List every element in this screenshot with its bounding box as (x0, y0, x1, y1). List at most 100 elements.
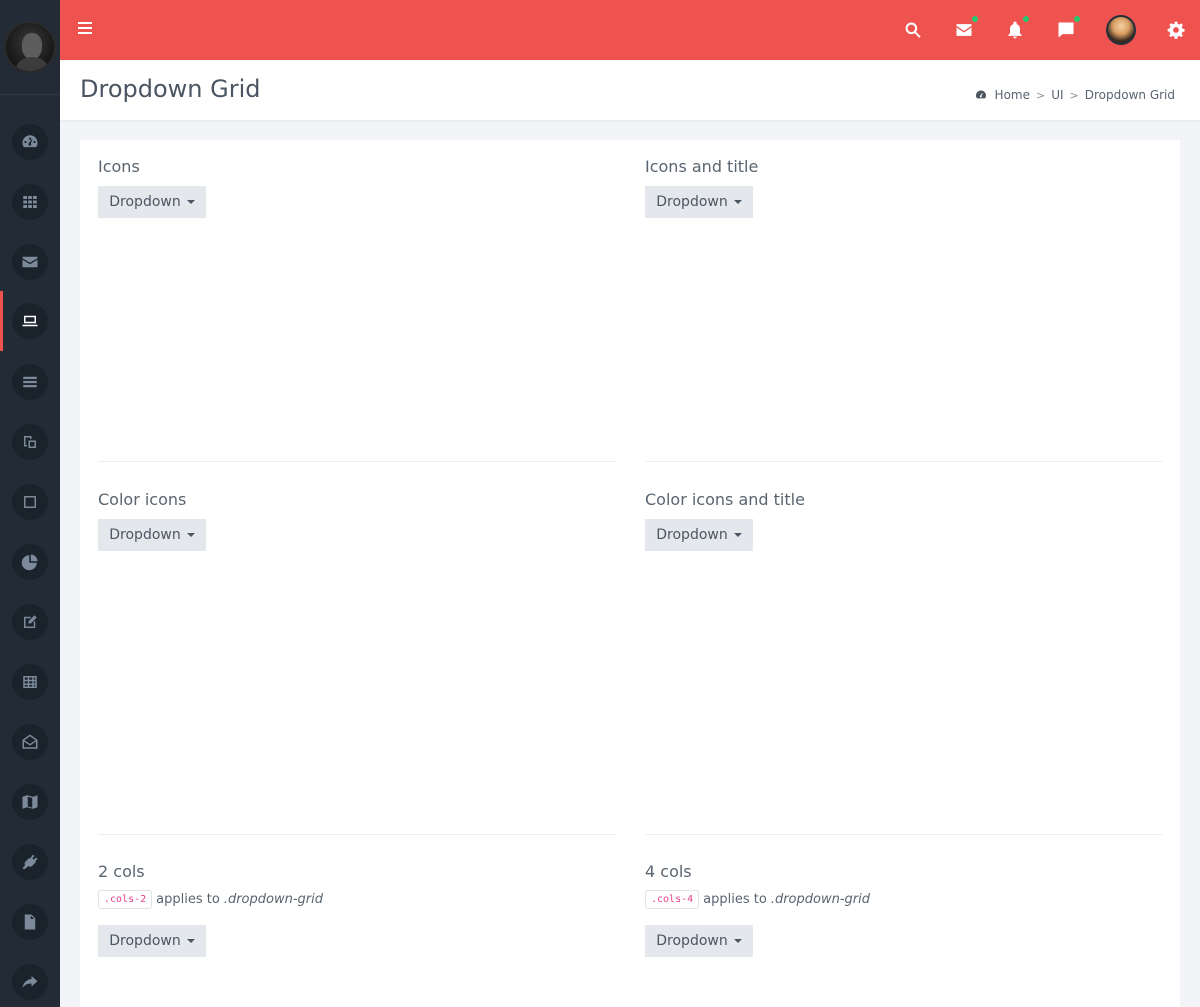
sidebar-logo[interactable] (0, 0, 60, 95)
divider (98, 834, 616, 835)
map-icon (22, 795, 38, 809)
logo-avatar[interactable] (4, 21, 56, 73)
messages-button[interactable] (952, 16, 978, 42)
section-description: .cols-4 applies to .dropdown-grid (645, 890, 1163, 909)
chat-button[interactable] (1054, 16, 1080, 42)
sidebar-item-pages[interactable] (0, 892, 60, 952)
gear-icon (1167, 21, 1185, 39)
sidebar-item-list[interactable] (0, 352, 60, 412)
section-icons-and-title: Icons and title (645, 157, 1163, 176)
status-dot (1074, 16, 1080, 22)
mail-icon (22, 256, 38, 268)
code-snippet: .cols-4 (645, 890, 700, 909)
dropdown-button-icons[interactable]: Dropdown (98, 186, 206, 218)
sidebar-item-charts[interactable] (0, 532, 60, 592)
caret-down-icon (186, 533, 195, 537)
menu-toggle-icon[interactable] (78, 22, 92, 38)
dropdown-button-color-icons[interactable]: Dropdown (98, 519, 206, 551)
section-title: Color icons and title (645, 490, 805, 509)
status-dot (972, 16, 978, 22)
sidebar (0, 0, 60, 1007)
caret-down-icon (733, 533, 742, 537)
dropdown-label: Dropdown (109, 527, 181, 543)
copy-icon (24, 436, 36, 448)
description-text: applies to (703, 892, 767, 907)
breadcrumb: Home > UI > Dropdown Grid (975, 88, 1175, 102)
table-icon (23, 676, 37, 688)
square-icon (24, 496, 36, 508)
section-2-cols: 2 cols .cols-2 applies to .dropdown-grid (98, 862, 616, 909)
list-icon (23, 376, 37, 388)
sidebar-item-square[interactable] (0, 472, 60, 532)
bell-icon (1008, 21, 1022, 39)
file-icon (24, 914, 36, 930)
mail-icon (956, 24, 972, 36)
caret-down-icon (733, 939, 742, 943)
chevron-right-icon: > (1035, 88, 1046, 102)
caret-down-icon (186, 200, 195, 204)
section-color-icons-and-title: Color icons and title (645, 490, 1163, 509)
sidebar-item-plugins[interactable] (0, 832, 60, 892)
dropdown-label: Dropdown (656, 194, 728, 210)
edit-icon (24, 615, 37, 628)
section-4-cols: 4 cols .cols-4 applies to .dropdown-grid (645, 862, 1163, 909)
status-dot (1023, 16, 1029, 22)
section-title: 4 cols (645, 862, 692, 881)
section-title: Color icons (98, 490, 187, 509)
content-card: Icons Dropdown Icons and title Dropdown … (80, 140, 1180, 1007)
laptop-icon (22, 315, 38, 327)
topbar (60, 0, 1200, 60)
dashboard-icon (22, 135, 38, 148)
section-title: 2 cols (98, 862, 145, 881)
pie-chart-icon (21, 554, 38, 571)
settings-button[interactable] (1164, 18, 1188, 42)
envelope-open-icon (22, 734, 38, 749)
sidebar-item-tables[interactable] (0, 652, 60, 712)
notifications-button[interactable] (1003, 16, 1029, 42)
description-text: applies to (156, 892, 220, 907)
section-title: Icons (98, 157, 140, 176)
sidebar-item-dashboard[interactable] (0, 112, 60, 172)
section-description: .cols-2 applies to .dropdown-grid (98, 890, 616, 909)
sidebar-item-copy[interactable] (0, 412, 60, 472)
page-header: Dropdown Grid Home > UI > Dropdown Grid (60, 60, 1200, 120)
apps-grid-icon (23, 196, 37, 208)
dropdown-button-color-icons-and-title[interactable]: Dropdown (645, 519, 753, 551)
dropdown-button-4-cols[interactable]: Dropdown (645, 925, 753, 957)
share-icon (22, 976, 38, 988)
sidebar-item-apps[interactable] (0, 172, 60, 232)
sidebar-item-share[interactable] (0, 952, 60, 1007)
caret-down-icon (733, 200, 742, 204)
sidebar-item-inbox[interactable] (0, 712, 60, 772)
chat-icon (1058, 22, 1074, 38)
search-icon (905, 22, 921, 38)
dashboard-icon (975, 90, 986, 99)
sidebar-item-mail[interactable] (0, 232, 60, 292)
dropdown-label: Dropdown (109, 194, 181, 210)
dropdown-label: Dropdown (656, 527, 728, 543)
sidebar-item-ui[interactable] (0, 291, 60, 351)
description-target: .dropdown-grid (223, 892, 323, 907)
dropdown-button-icons-and-title[interactable]: Dropdown (645, 186, 753, 218)
search-button[interactable] (901, 18, 925, 42)
section-icons: Icons (98, 157, 616, 176)
breadcrumb-current: Dropdown Grid (1084, 88, 1175, 102)
dropdown-label: Dropdown (109, 933, 181, 949)
plug-icon (22, 854, 38, 870)
breadcrumb-home[interactable]: Home (995, 88, 1030, 102)
divider (645, 461, 1163, 462)
user-avatar[interactable] (1106, 15, 1136, 45)
caret-down-icon (186, 939, 195, 943)
sidebar-item-forms[interactable] (0, 592, 60, 652)
page-title: Dropdown Grid (80, 75, 261, 103)
dropdown-button-2-cols[interactable]: Dropdown (98, 925, 206, 957)
section-title: Icons and title (645, 157, 759, 176)
section-color-icons: Color icons (98, 490, 616, 509)
chevron-right-icon: > (1069, 88, 1079, 102)
breadcrumb-ui[interactable]: UI (1051, 88, 1063, 102)
description-target: .dropdown-grid (770, 892, 870, 907)
sidebar-item-maps[interactable] (0, 772, 60, 832)
divider (98, 461, 616, 462)
dropdown-label: Dropdown (656, 933, 728, 949)
code-snippet: .cols-2 (98, 890, 153, 909)
